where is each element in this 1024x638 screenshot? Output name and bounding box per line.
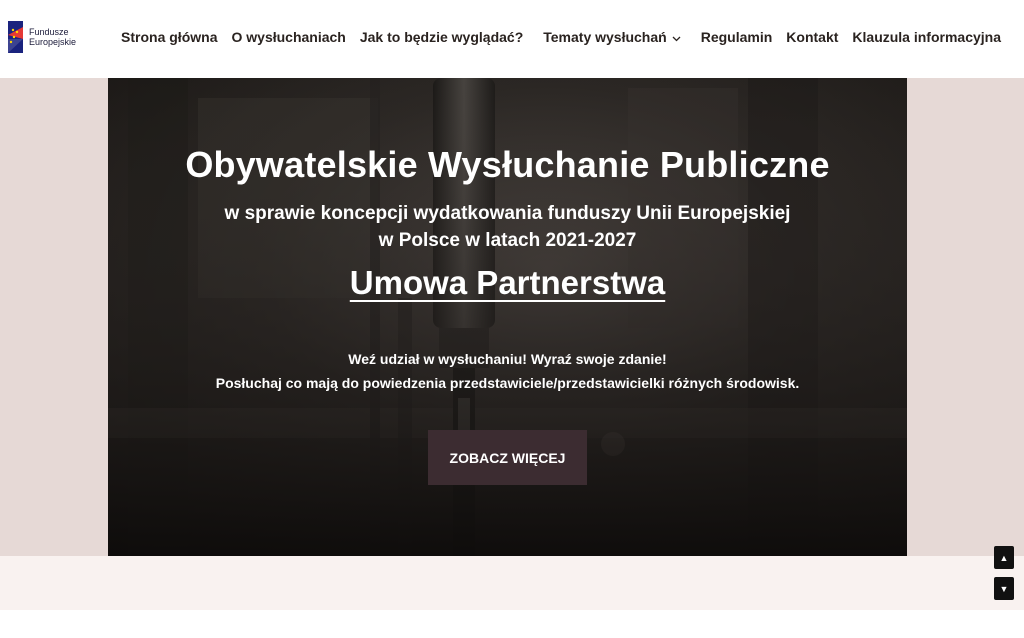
hero-description-text: Posłuchaj co mają do powiedzenia przedst…	[215, 375, 800, 391]
nav-how-it-works[interactable]: Jak to będzie wyglądać?	[360, 29, 523, 45]
logo-text-line2: Europejskie	[29, 37, 77, 47]
hero-heading: Umowa Partnerstwa	[349, 264, 666, 301]
eu-funds-logo[interactable]: Fundusze Europejskie	[8, 21, 76, 53]
hero-call-to-action-text: Weź udział w wysłuchaniu! Wyraź swoje zd…	[348, 351, 667, 367]
scroll-up-button[interactable]: ▲	[994, 546, 1014, 569]
nav-topics-label: Tematy wysłuchań	[543, 29, 667, 45]
hero-subtitle: w sprawie koncepcji wydatkowania fundusz…	[208, 200, 807, 254]
hero-title: Obywatelskie Wysłuchanie Publiczne	[185, 144, 830, 185]
logo-text: Fundusze Europejskie	[29, 27, 76, 47]
main-nav: Strona główna O wysłuchaniach Jak to będ…	[121, 29, 1001, 45]
footer-strip	[0, 610, 1024, 638]
chevron-down-icon	[672, 29, 681, 45]
logo-text-line1: Fundusze	[29, 27, 69, 37]
nav-privacy-clause[interactable]: Klauzula informacyjna	[852, 29, 1001, 45]
nav-contact[interactable]: Kontakt	[786, 29, 838, 45]
nav-topics-dropdown[interactable]: Tematy wysłuchań	[543, 29, 681, 45]
eu-funds-logo-icon	[8, 21, 23, 53]
hero-side-band-left	[0, 78, 108, 556]
site-header: Fundusze Europejskie Strona główna O wys…	[0, 0, 1024, 78]
nav-home[interactable]: Strona główna	[121, 29, 217, 45]
hero-subtitle-line1: w sprawie koncepcji wydatkowania fundusz…	[224, 203, 791, 224]
see-more-button[interactable]: ZOBACZ WIĘCEJ	[428, 430, 587, 485]
nav-about[interactable]: O wysłuchaniach	[231, 29, 345, 45]
hero-section: Obywatelskie Wysłuchanie Publiczne w spr…	[108, 78, 907, 556]
nav-rules[interactable]: Regulamin	[701, 29, 773, 45]
hero-subtitle-line2: w Polsce w latach 2021-2027	[378, 230, 637, 251]
scroll-down-button[interactable]: ▼	[994, 577, 1014, 600]
hero-side-band-right	[907, 78, 1024, 556]
arrow-up-icon: ▲	[999, 552, 1009, 563]
arrow-down-icon: ▼	[999, 583, 1009, 594]
content-band	[0, 556, 1024, 610]
